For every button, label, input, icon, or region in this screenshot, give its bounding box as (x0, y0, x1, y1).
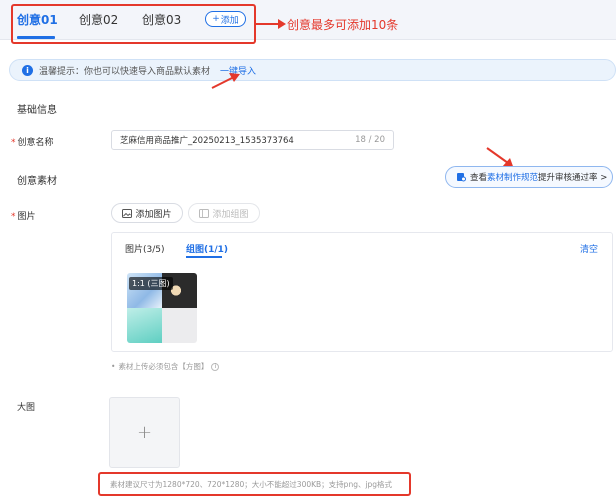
creative-name-label-text: 创意名称 (17, 138, 54, 148)
clear-button[interactable]: 清空 (580, 242, 598, 255)
spec-highlight: 素材制作规范 (487, 173, 539, 183)
tabs-annotation-text: 创意最多可添加10条 (287, 18, 399, 32)
thumbnail-placeholder (162, 308, 197, 343)
required-mark: * (11, 138, 16, 148)
material-tab-underline (186, 256, 222, 258)
creative-name-value: 芝麻信用商品推广_20250213_1535373764 (120, 136, 294, 146)
tab-group-images[interactable]: 组图(1/1) (186, 242, 228, 255)
square-hint-text: 素材上传必须包含【方图】 (118, 362, 209, 371)
info-icon: i (22, 64, 33, 76)
images-label-text: 图片 (17, 212, 36, 222)
big-image-label: 大图 (17, 403, 36, 413)
spec-prefix: 查看 (470, 173, 488, 183)
creative-name-input[interactable]: 芝麻信用商品推广_20250213_1535373764 18 / 20 (111, 130, 394, 150)
creative-name-label: * 创意名称 (11, 135, 54, 148)
tip-text: 温馨提示：你也可以快速导入商品默认素材 (39, 66, 211, 77)
size-hint-text: 素材建议尺寸为1280*720、720*1280；大小不能超过300KB；支持p… (110, 480, 393, 489)
basic-info-title: 基础信息 (17, 105, 57, 116)
question-icon[interactable]: i (211, 362, 220, 371)
add-image-label: 添加图片 (135, 209, 172, 220)
add-image-button[interactable]: 添加图片 (111, 203, 183, 223)
tabs-annotation-arrow-icon (256, 19, 286, 29)
material-panel: 图片(3/5) 组图(1/1) 清空 1:1 (三图) (111, 232, 613, 352)
add-group-image-label: 添加组图 (212, 209, 249, 220)
group-image-thumbnail[interactable]: 1:1 (三图) (127, 273, 197, 343)
spec-suffix: 提升审核通过率 > (538, 173, 608, 183)
images-label: * 图片 (11, 209, 36, 222)
tip-banner: i 温馨提示：你也可以快速导入商品默认素材 一键导入 (9, 59, 616, 81)
image-icon (122, 208, 133, 218)
tab-images[interactable]: 图片(3/5) (125, 242, 165, 255)
import-annotation-arrow-icon (211, 73, 240, 89)
big-image-upload-box[interactable]: + (109, 397, 180, 468)
creative-material-title: 创意素材 (17, 176, 57, 187)
tabs-annotation-box (11, 4, 256, 44)
group-ratio-badge: 1:1 (三图) (129, 277, 173, 290)
plus-icon: + (136, 422, 153, 443)
required-mark: * (11, 212, 16, 222)
bullet-icon: • (111, 362, 116, 371)
square-hint: • 素材上传必须包含【方图】 i (111, 361, 220, 372)
group-image-icon (199, 208, 210, 218)
add-group-image-button[interactable]: 添加组图 (188, 203, 260, 223)
creative-name-char-count: 18 / 20 (355, 135, 385, 145)
document-spec-icon (457, 173, 466, 182)
view-spec-button[interactable]: 查看 素材制作规范 提升审核通过率 > (445, 166, 613, 188)
thumbnail-image-3 (127, 308, 162, 343)
